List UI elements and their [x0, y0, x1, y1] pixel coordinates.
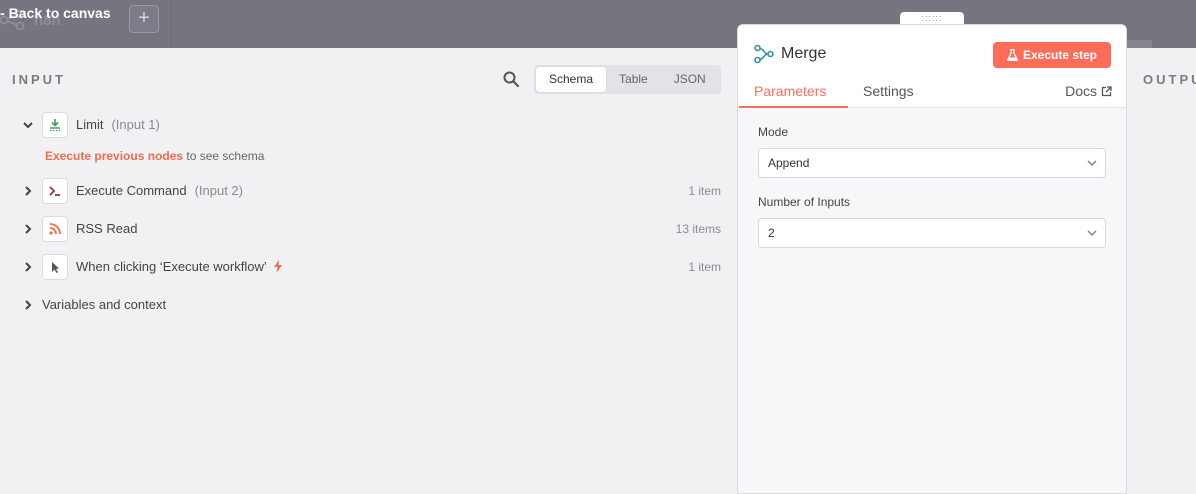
- input-node-rss-read[interactable]: RSS Read 13 items: [0, 215, 737, 243]
- output-header-fragment: [1127, 40, 1152, 48]
- back-to-canvas-label: Back to canvas: [8, 5, 111, 21]
- node-name: When clicking ‘Execute workflow’: [76, 259, 267, 274]
- merge-icon: [754, 44, 774, 64]
- back-to-canvas-link[interactable]: - Back to canvas: [0, 5, 111, 21]
- cursor-icon: [42, 254, 68, 280]
- docs-label: Docs: [1065, 83, 1097, 99]
- node-input-index: (Input 1): [111, 117, 160, 132]
- chevron-right-icon[interactable]: [22, 299, 34, 311]
- chevron-down-icon[interactable]: [22, 119, 34, 131]
- variables-label: Variables and context: [42, 297, 167, 312]
- schema-hint: Execute previous nodes to see schema: [45, 149, 264, 163]
- execute-previous-nodes-link[interactable]: Execute previous nodes: [45, 149, 183, 163]
- output-panel-title: OUTPU: [1143, 72, 1196, 87]
- lightning-icon: [273, 260, 282, 273]
- add-node-button[interactable]: +: [129, 5, 159, 33]
- node-label: RSS Read: [76, 221, 137, 236]
- number-of-inputs-value: 2: [768, 226, 775, 240]
- search-icon[interactable]: [502, 70, 520, 88]
- mode-label: Mode: [758, 125, 789, 139]
- panel-header: Merge Execute step Parameters Settings D…: [738, 25, 1126, 108]
- input-node-execute-command[interactable]: Execute Command (Input 2) 1 item: [0, 177, 737, 205]
- tab-table[interactable]: Table: [606, 67, 661, 92]
- external-link-icon: [1101, 85, 1112, 96]
- node-input-index: (Input 2): [194, 183, 243, 198]
- node-name: RSS Read: [76, 221, 138, 236]
- mode-select[interactable]: Append: [758, 148, 1106, 178]
- item-count: 1 item: [688, 260, 721, 274]
- panel-tabs: Parameters Settings Docs: [738, 79, 1126, 108]
- input-node-manual-trigger[interactable]: When clicking ‘Execute workflow’ 1 item: [0, 253, 737, 281]
- node-title[interactable]: Merge: [781, 45, 826, 63]
- docs-link[interactable]: Docs: [1065, 83, 1112, 99]
- input-panel: INPUT Schema Table JSON Limit (Input 1) …: [0, 48, 737, 494]
- variables-and-context[interactable]: Variables and context: [0, 291, 737, 319]
- chevron-down-icon: [1087, 230, 1097, 236]
- limit-icon: [42, 112, 68, 138]
- node-name: Execute Command: [76, 183, 187, 198]
- mode-value: Append: [768, 156, 810, 170]
- header-divider: [171, 0, 172, 48]
- node-name: Limit: [76, 117, 104, 132]
- tab-parameters[interactable]: Parameters: [754, 83, 826, 99]
- item-count: 1 item: [688, 184, 721, 198]
- execute-step-label: Execute step: [1022, 48, 1098, 62]
- chevron-right-icon[interactable]: [22, 185, 34, 197]
- tab-schema[interactable]: Schema: [536, 67, 607, 92]
- input-panel-title: INPUT: [12, 72, 66, 87]
- chevron-right-icon[interactable]: [22, 223, 34, 235]
- chevron-right-icon[interactable]: [22, 261, 34, 273]
- rss-icon: [42, 216, 68, 242]
- back-arrow-icon: -: [0, 5, 5, 21]
- node-label: When clicking ‘Execute workflow’: [76, 259, 283, 274]
- tab-settings[interactable]: Settings: [863, 83, 914, 99]
- chevron-down-icon: [1087, 160, 1097, 166]
- item-count: 13 items: [675, 222, 721, 236]
- node-label: Limit (Input 1): [76, 117, 160, 132]
- execute-step-button[interactable]: Execute step: [993, 42, 1111, 68]
- terminal-icon: [42, 178, 68, 204]
- flask-icon: [1007, 49, 1018, 61]
- parameters-body: Mode Append Number of Inputs 2: [738, 108, 1126, 493]
- number-of-inputs-select[interactable]: 2: [758, 218, 1106, 248]
- schema-hint-text: to see schema: [183, 149, 265, 163]
- parameters-panel: Merge Execute step Parameters Settings D…: [737, 24, 1127, 494]
- tab-json[interactable]: JSON: [661, 67, 719, 92]
- node-label: Execute Command (Input 2): [76, 183, 243, 198]
- view-mode-switch: Schema Table JSON: [534, 65, 721, 94]
- number-of-inputs-label: Number of Inputs: [758, 195, 851, 209]
- input-node-limit[interactable]: Limit (Input 1): [0, 111, 737, 139]
